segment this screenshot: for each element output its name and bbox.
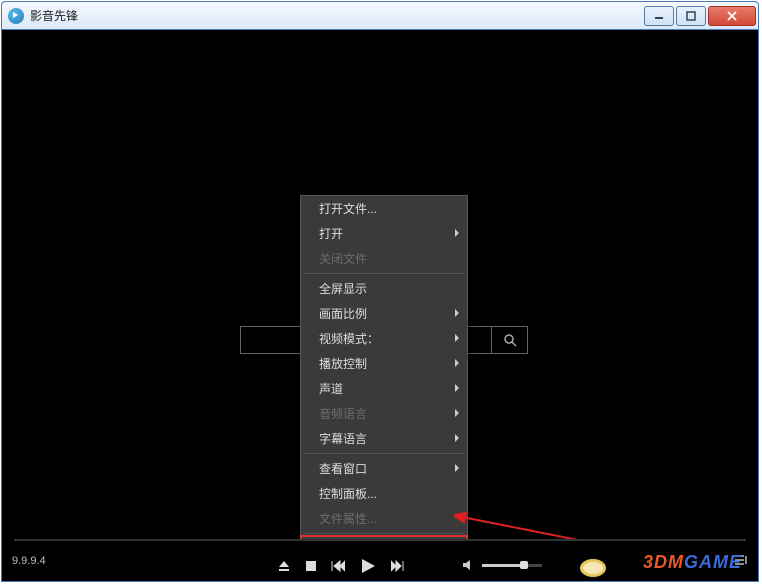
maximize-icon (686, 11, 696, 21)
speaker-icon (462, 559, 476, 571)
app-window: 影音先锋 打开文件... (1, 1, 759, 582)
menu-label: 视频模式： (319, 330, 379, 347)
stop-button[interactable] (305, 560, 317, 572)
mute-button[interactable] (462, 559, 476, 571)
menu-open[interactable]: 打开 (301, 221, 467, 246)
menu-video-mode[interactable]: 视频模式： (301, 326, 467, 351)
submenu-arrow-icon (455, 334, 459, 342)
window-buttons (642, 6, 756, 26)
minimize-button[interactable] (644, 6, 674, 26)
menu-label: 音频语言 (319, 405, 367, 422)
search-icon (503, 333, 517, 347)
next-button[interactable] (391, 560, 405, 572)
menu-view-window[interactable]: 查看窗口 (301, 456, 467, 481)
submenu-arrow-icon (455, 359, 459, 367)
volume-slider[interactable] (482, 564, 542, 567)
play-button[interactable] (359, 557, 377, 575)
watermark: 3DMGAME (643, 552, 742, 573)
menu-separator (305, 453, 463, 454)
eject-icon (277, 559, 291, 573)
submenu-arrow-icon (455, 434, 459, 442)
menu-label: 声道 (319, 380, 343, 397)
prev-icon (331, 560, 345, 572)
menu-label: 打开文件... (319, 200, 377, 217)
volume-fill (482, 564, 522, 567)
menu-audio-language: 音频语言 (301, 401, 467, 426)
close-button[interactable] (708, 6, 756, 26)
submenu-arrow-icon (455, 384, 459, 392)
playback-buttons (277, 557, 405, 575)
menu-label: 全屏显示 (319, 280, 367, 297)
menu-label: 打开 (319, 225, 343, 242)
menu-fullscreen[interactable]: 全屏显示 (301, 276, 467, 301)
submenu-arrow-icon (455, 229, 459, 237)
next-icon (391, 560, 405, 572)
menu-close-file: 关闭文件 (301, 246, 467, 271)
app-icon (8, 8, 24, 24)
titlebar[interactable]: 影音先锋 (2, 2, 758, 30)
minimize-icon (654, 11, 664, 21)
menu-control-panel[interactable]: 控制面板... (301, 481, 467, 506)
volume-thumb[interactable] (520, 561, 528, 569)
menu-subtitle-language[interactable]: 字幕语言 (301, 426, 467, 451)
window-title: 影音先锋 (30, 7, 642, 24)
eject-button[interactable] (277, 559, 291, 573)
stop-icon (305, 560, 317, 572)
volume-control (462, 559, 542, 571)
watermark-prefix: 3DM (643, 552, 684, 572)
watermark-suffix: GAME (684, 552, 742, 572)
menu-label: 查看窗口 (319, 460, 367, 477)
menu-open-file[interactable]: 打开文件... (301, 196, 467, 221)
maximize-button[interactable] (676, 6, 706, 26)
menu-separator (305, 533, 463, 534)
close-icon (726, 11, 738, 21)
prev-button[interactable] (331, 560, 345, 572)
menu-separator (305, 273, 463, 274)
menu-label: 文件属性... (319, 510, 377, 527)
menu-label: 画面比例 (319, 305, 367, 322)
submenu-arrow-icon (455, 464, 459, 472)
menu-audio-channel[interactable]: 声道 (301, 376, 467, 401)
menu-label: 播放控制 (319, 355, 367, 372)
version-label: 9.9.9.4 (12, 555, 72, 567)
menu-playback-control[interactable]: 播放控制 (301, 351, 467, 376)
context-menu: 打开文件... 打开 关闭文件 全屏显示 画面比例 视频模式： 播放控制 声道 … (300, 195, 468, 562)
submenu-arrow-icon (455, 309, 459, 317)
menu-label: 控制面板... (319, 485, 377, 502)
menu-file-properties: 文件属性... (301, 506, 467, 531)
play-icon (359, 557, 377, 575)
submenu-arrow-icon (455, 409, 459, 417)
search-button[interactable] (491, 327, 527, 353)
menu-aspect-ratio[interactable]: 画面比例 (301, 301, 467, 326)
menu-label: 关闭文件 (319, 250, 367, 267)
menu-label: 字幕语言 (319, 430, 367, 447)
mini-mascot-icon[interactable] (578, 553, 608, 577)
content-area: 打开文件... 打开 关闭文件 全屏显示 画面比例 视频模式： 播放控制 声道 … (2, 30, 758, 581)
